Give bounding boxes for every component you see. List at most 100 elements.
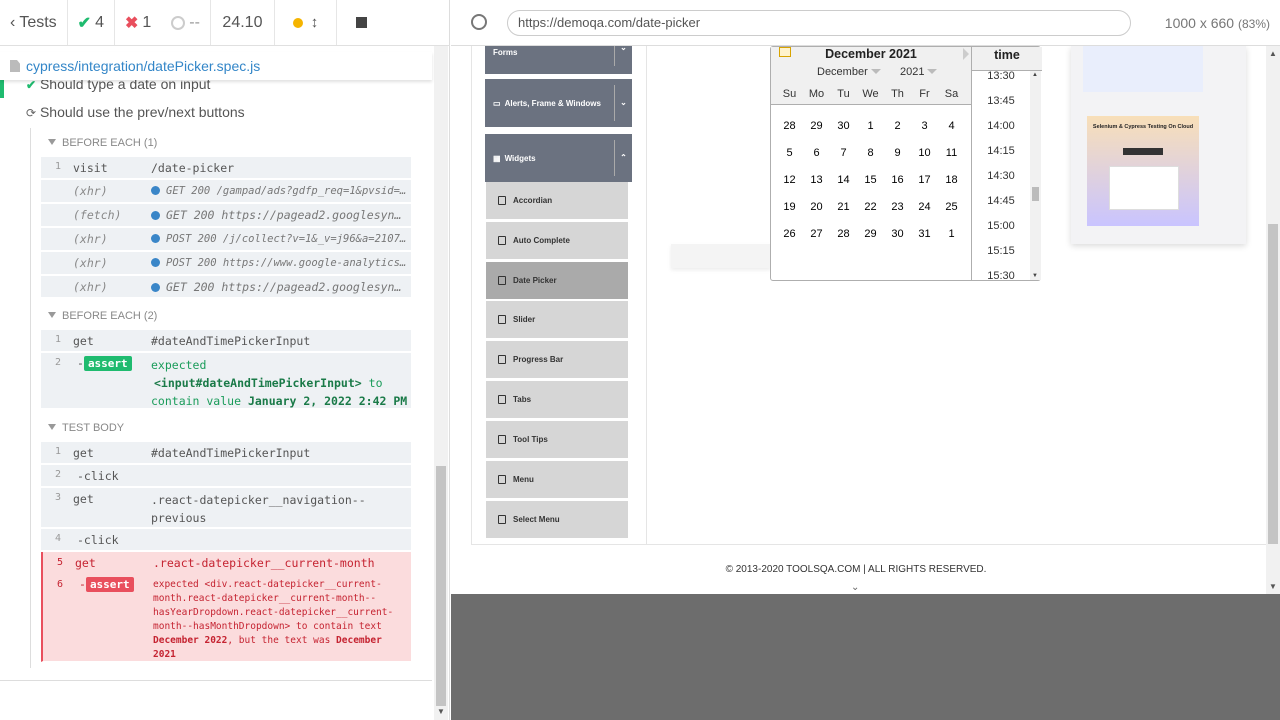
next-month-button[interactable] xyxy=(963,48,969,60)
viewport-size[interactable]: 1000 x 660 (83%) xyxy=(1165,15,1270,31)
day-cell[interactable]: 7 xyxy=(830,147,857,159)
command-row[interactable]: (xhr) GET 200 /gampad/ads?gdfp_req=1&pvs… xyxy=(41,180,411,203)
auto-scroll-toggle[interactable]: ↕ xyxy=(275,0,337,45)
time-scrollbar[interactable]: ▲ ▼ xyxy=(1030,71,1041,280)
day-cell[interactable]: 18 xyxy=(938,174,965,186)
ad-image[interactable]: Selenium & Cypress Testing On Cloud xyxy=(1087,116,1199,226)
day-cell[interactable]: 5 xyxy=(776,147,803,159)
day-cell[interactable]: 9 xyxy=(884,147,911,159)
group-alerts[interactable]: ▭ Alerts, Frame & Windows ⌄ xyxy=(485,79,632,127)
time-option[interactable]: 14:45 xyxy=(972,195,1030,207)
day-cell[interactable]: 20 xyxy=(803,201,830,213)
ad-banner[interactable]: Selenium & Cypress Testing On Cloud xyxy=(1071,46,1246,244)
day-cell[interactable]: 1 xyxy=(857,120,884,132)
day-cell[interactable]: 12 xyxy=(776,174,803,186)
command-row[interactable]: 5 get .react-datepicker__current-month xyxy=(43,552,411,574)
day-cell[interactable]: 19 xyxy=(776,201,803,213)
time-option[interactable]: 15:30 xyxy=(972,270,1030,282)
day-cell[interactable]: 11 xyxy=(938,147,965,159)
day-cell[interactable]: 31 xyxy=(911,228,938,240)
day-cell[interactable]: 17 xyxy=(911,174,938,186)
day-cell[interactable]: 16 xyxy=(884,174,911,186)
url-input[interactable]: https://demoqa.com/date-picker xyxy=(507,10,1131,36)
time-option[interactable]: 13:30 xyxy=(972,70,1030,82)
hook-test-body[interactable]: TEST BODY xyxy=(48,422,124,434)
hook-before-each-2[interactable]: BEFORE EACH (2) xyxy=(48,310,157,322)
command-row[interactable]: (xhr) GET 200 https://pagead2.googlesynd… xyxy=(41,276,411,298)
menu-item-accordian[interactable]: Accordian xyxy=(486,182,628,219)
day-cell[interactable]: 4 xyxy=(938,120,965,132)
day-cell[interactable]: 3 xyxy=(911,120,938,132)
command-row[interactable]: 3 get .react-datepicker__navigation-- pr… xyxy=(41,488,411,528)
failed-count[interactable]: ✖ 1 xyxy=(115,0,161,45)
month-select[interactable]: December xyxy=(817,66,881,78)
day-cell[interactable]: 26 xyxy=(776,228,803,240)
scrollbar-thumb[interactable] xyxy=(436,466,446,706)
day-cell[interactable]: 29 xyxy=(803,120,830,132)
day-cell[interactable]: 29 xyxy=(857,228,884,240)
scroll-up-arrow[interactable]: ▲ xyxy=(1032,72,1038,78)
day-cell[interactable]: 30 xyxy=(830,120,857,132)
command-row[interactable]: 1 visit /date-picker xyxy=(41,157,411,179)
hook-before-each-1[interactable]: BEFORE EACH (1) xyxy=(48,137,157,149)
menu-item-slider[interactable]: Slider xyxy=(486,301,628,338)
menu-item-select-menu[interactable]: Select Menu xyxy=(486,501,628,538)
time-option[interactable]: 14:00 xyxy=(972,120,1030,132)
menu-item-auto-complete[interactable]: Auto Complete xyxy=(486,222,628,259)
scroll-down-arrow[interactable]: ▼ xyxy=(1032,273,1038,279)
time-option[interactable]: 13:45 xyxy=(972,95,1030,107)
day-cell[interactable]: 6 xyxy=(803,147,830,159)
group-forms[interactable]: Forms ⌄ xyxy=(485,46,632,74)
pending-count[interactable]: -- xyxy=(161,0,211,45)
spec-path-bar[interactable]: cypress/integration/datePicker.spec.js xyxy=(0,52,432,80)
command-row[interactable]: 2 -click xyxy=(41,465,411,487)
day-cell[interactable]: 28 xyxy=(776,120,803,132)
day-cell[interactable]: 13 xyxy=(803,174,830,186)
scroll-down-arrow[interactable]: ▼ xyxy=(437,707,445,716)
year-select[interactable]: 2021 xyxy=(900,66,937,78)
day-cell[interactable]: 8 xyxy=(857,147,884,159)
day-cell[interactable]: 24 xyxy=(911,201,938,213)
command-row[interactable]: 1 get #dateAndTimePickerInput xyxy=(41,330,411,352)
command-row[interactable]: (fetch) GET 200 https://pagead2.googlesy… xyxy=(41,204,411,227)
assert-row[interactable]: 2 - assert expected <input#dateAndTimePic… xyxy=(41,353,411,409)
day-cell[interactable]: 22 xyxy=(857,201,884,213)
menu-item-date-picker[interactable]: Date Picker xyxy=(486,262,628,299)
command-row[interactable]: (xhr) POST 200 /j/collect?v=1&_v=j96&a=2… xyxy=(41,228,411,251)
group-widgets[interactable]: ▦ Widgets ⌃ xyxy=(485,134,632,182)
day-cell[interactable]: 14 xyxy=(830,174,857,186)
passed-count[interactable]: ✔ 4 xyxy=(68,0,115,45)
day-cell[interactable]: 10 xyxy=(911,147,938,159)
command-row[interactable]: 4 -click xyxy=(41,529,411,551)
scroll-up-arrow[interactable]: ▲ xyxy=(1269,49,1277,58)
stop-button[interactable] xyxy=(337,0,387,45)
day-cell[interactable]: 30 xyxy=(884,228,911,240)
menu-item-tabs[interactable]: Tabs xyxy=(486,381,628,418)
failed-command-group[interactable]: 5 get .react-datepicker__current-month 6… xyxy=(41,552,411,662)
menu-item-menu[interactable]: Menu xyxy=(486,461,628,498)
spec-path[interactable]: cypress/integration/datePicker.spec.js xyxy=(26,58,260,74)
day-cell[interactable]: 1 xyxy=(938,228,965,240)
day-cell[interactable]: 15 xyxy=(857,174,884,186)
scrollbar-thumb[interactable] xyxy=(1032,187,1039,201)
time-option[interactable]: 14:30 xyxy=(972,170,1030,182)
scroll-down-arrow[interactable]: ▼ xyxy=(1269,582,1277,591)
command-row[interactable]: (xhr) POST 200 https://www.google-analyt… xyxy=(41,252,411,275)
time-option[interactable]: 15:00 xyxy=(972,220,1030,232)
command-row[interactable]: 1 get #dateAndTimePickerInput xyxy=(41,442,411,464)
menu-item-tool-tips[interactable]: Tool Tips xyxy=(486,421,628,458)
menu-item-progress-bar[interactable]: Progress Bar xyxy=(486,341,628,378)
day-cell[interactable]: 21 xyxy=(830,201,857,213)
selector-playground-icon[interactable] xyxy=(471,14,487,30)
day-cell[interactable]: 28 xyxy=(830,228,857,240)
reporter-scrollbar[interactable]: ▼ xyxy=(434,46,448,720)
app-scrollbar[interactable]: ▲ ▼ xyxy=(1266,46,1280,594)
day-cell[interactable]: 23 xyxy=(884,201,911,213)
day-cell[interactable]: 27 xyxy=(803,228,830,240)
day-cell[interactable]: 2 xyxy=(884,120,911,132)
back-to-tests-button[interactable]: ‹ Tests xyxy=(0,0,68,45)
scrollbar-thumb[interactable] xyxy=(1268,224,1278,544)
time-option[interactable]: 15:15 xyxy=(972,245,1030,257)
day-cell[interactable]: 25 xyxy=(938,201,965,213)
time-option[interactable]: 14:15 xyxy=(972,145,1030,157)
